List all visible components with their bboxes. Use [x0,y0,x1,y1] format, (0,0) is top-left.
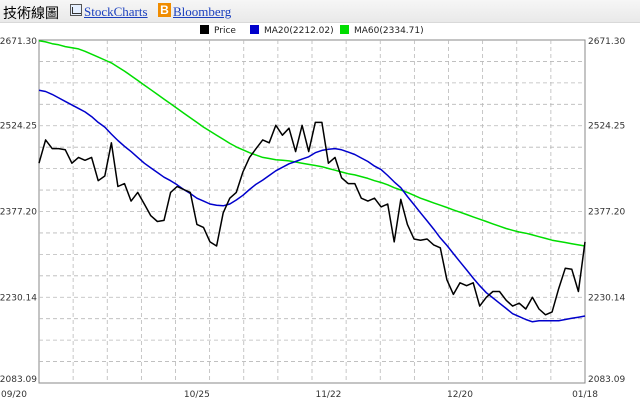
y-tick-label-left: 2524.25 [0,122,37,132]
y-tick-label-left: 2083.09 [0,375,37,385]
x-tick-label: 12/20 [447,390,473,400]
x-tick-label: 11/22 [315,390,341,400]
legend-label-ma60: MA60(2334.71) [354,26,424,36]
x-tick-label: 10/25 [184,390,210,400]
y-tick-label-left: 2230.14 [0,293,37,303]
y-tick-label-right: 2671.30 [588,37,625,47]
y-tick-label-left: 2671.30 [0,37,37,47]
x-tick-label: 09/20 [1,390,27,400]
price-chart: 2671.30 2671.30 2524.25 2524.25 2377.20 2377.… [0,25,625,400]
legend-swatch-ma60 [340,25,349,34]
legend-label-price: Price [214,26,236,36]
y-tick-label-right: 2377.20 [588,207,625,217]
y-tick-label-left: 2377.20 [0,207,37,217]
y-tick-label-right: 2524.25 [588,122,625,132]
y-tick-label-right: 2230.14 [588,293,625,303]
legend-swatch-price [200,25,209,34]
legend-label-ma20: MA20(2212.02) [264,26,334,36]
legend-swatch-ma20 [250,25,259,34]
x-tick-label: 01/18 [572,390,598,400]
y-tick-label-right: 2083.09 [588,375,625,385]
